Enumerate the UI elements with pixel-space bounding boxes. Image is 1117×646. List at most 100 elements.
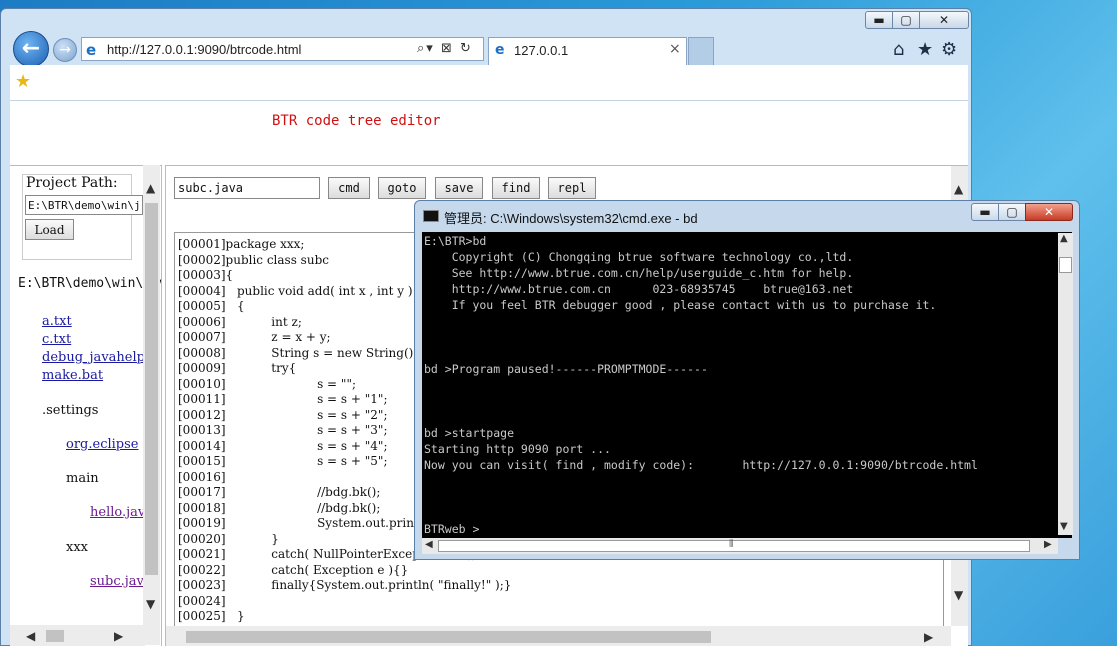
scroll-right-icon[interactable]: ▶ (114, 629, 123, 643)
code-line: [00002]public class subc (178, 252, 329, 267)
console-line: Now you can visit( find , modify code): … (424, 458, 978, 472)
scroll-thumb[interactable] (186, 631, 711, 643)
scroll-up-icon[interactable]: ▲ (146, 181, 155, 195)
cmd-button[interactable]: cmd (328, 177, 370, 199)
save-button[interactable]: save (435, 177, 483, 199)
new-tab-button[interactable] (688, 37, 714, 65)
scroll-left-icon[interactable]: ◀ (425, 539, 433, 550)
code-line: [00008] String s = new String(); (178, 345, 418, 360)
tab-close-icon[interactable]: × (669, 41, 681, 57)
console-line: If you feel BTR debugger good , please c… (424, 298, 937, 312)
page-title: BTR code tree editor (272, 113, 441, 129)
scroll-thumb[interactable] (1059, 257, 1072, 273)
cmd-window: 管理员: C:\Windows\system32\cmd.exe - bd ▬ … (414, 200, 1080, 560)
console-horizontal-scrollbar[interactable]: ◀ ⦀ ▶ (422, 538, 1058, 554)
code-line: [00001]package xxx; (178, 237, 305, 251)
console-line: Copyright (C) Chongqing btrue software t… (424, 250, 854, 264)
code-line: [00011] s = s + "1"; (178, 392, 388, 406)
load-button[interactable]: Load (25, 219, 74, 240)
console-line: E:\BTR>bd (424, 234, 487, 248)
console-icon (423, 210, 439, 222)
add-favorite-icon[interactable]: ★ (15, 71, 31, 92)
minimize-button[interactable]: ▬ (865, 11, 893, 29)
cmd-title: 管理员: C:\Windows\system32\cmd.exe - bd (444, 211, 698, 226)
tree-vertical-scrollbar[interactable]: ▲ ▼ (143, 165, 160, 645)
home-icon[interactable]: ⌂ (893, 39, 904, 60)
grip-icon: ⦀ (729, 539, 734, 550)
ie-page-icon: e (86, 41, 97, 59)
search-refresh-icon[interactable]: ⌕▾ ⊠ ↻ (417, 41, 473, 56)
code-line: [00018] //bdg.bk(); (178, 500, 381, 515)
close-button[interactable]: ✕ (1025, 203, 1073, 221)
tree-file-c-txt[interactable]: c.txt (42, 332, 71, 347)
tree-file-org-eclipse[interactable]: org.eclipse (66, 437, 138, 452)
tab-active[interactable]: e 127.0.0.1 × (488, 37, 687, 65)
tree-horizontal-scrollbar[interactable]: ◀ ▶ (10, 625, 145, 646)
code-line: [00020] } (178, 531, 279, 546)
scroll-thumb[interactable] (145, 203, 158, 575)
code-line: [00012] s = s + "2"; (178, 407, 388, 422)
goto-button[interactable]: goto (378, 177, 426, 199)
code-line: [00017] //bdg.bk(); (178, 485, 381, 499)
code-line: [00005] { (178, 299, 245, 313)
tab-title: 127.0.0.1 (514, 43, 569, 58)
scroll-thumb[interactable] (46, 630, 64, 642)
project-path-input[interactable] (25, 195, 143, 215)
tree-file-make-bat[interactable]: make.bat (42, 368, 103, 383)
code-line: [00014] s = s + "4"; (178, 438, 388, 453)
scroll-left-icon[interactable]: ◀ (26, 629, 35, 643)
scroll-right-icon[interactable]: ▶ (1044, 539, 1052, 550)
code-line: [00007] z = x + y; (178, 330, 331, 344)
address-text[interactable]: http://127.0.0.1:9090/btrcode.html (107, 42, 301, 57)
gear-icon[interactable]: ⚙ (941, 39, 957, 60)
console-line: BTRweb > (424, 522, 480, 536)
code-line: [00009] try{ (178, 361, 297, 375)
console-line: bd >startpage (424, 426, 515, 440)
scroll-up-icon[interactable]: ▲ (954, 182, 963, 196)
maximize-button[interactable]: ▢ (998, 203, 1026, 221)
file-name-input[interactable] (174, 177, 320, 199)
console-line: bd >Program paused!------PROMPTMODE-----… (424, 362, 708, 376)
console-line: See http://www.btrue.com.cn/help/usergui… (424, 266, 854, 280)
current-directory: E:\BTR\demo\win\java (18, 276, 162, 291)
repl-button[interactable]: repl (548, 177, 596, 199)
scroll-thumb[interactable]: ⦀ (438, 539, 1030, 552)
tree-file-debug-javahelper[interactable]: debug_javahelper (42, 350, 159, 365)
code-line: [00023] finally{System.out.println( "fin… (178, 578, 512, 592)
code-line: [00004] public void add( int x , int y )… (178, 283, 421, 298)
console-vertical-scrollbar[interactable]: ▲ ▼ (1058, 233, 1073, 535)
scroll-down-icon[interactable]: ▼ (954, 588, 963, 602)
scroll-up-icon[interactable]: ▲ (1060, 233, 1068, 244)
minimize-button[interactable]: ▬ (971, 203, 999, 221)
scroll-down-icon[interactable]: ▼ (146, 597, 155, 611)
ie-page-icon: e (495, 42, 505, 58)
scroll-down-icon[interactable]: ▼ (1060, 521, 1068, 532)
tree-frame: Project Path: Load E:\BTR\demo\win\java … (10, 165, 162, 646)
arrow-right-icon: → (59, 42, 71, 58)
console-line: http://www.btrue.com.cn 023-68935745 btr… (424, 282, 854, 296)
project-path-label: Project Path: (26, 175, 118, 191)
editor-horizontal-scrollbar[interactable]: ▶ (166, 626, 951, 646)
tree-folder-xxx[interactable]: xxx (66, 540, 88, 555)
address-bar[interactable]: e http://127.0.0.1:9090/btrcode.html ⌕▾ … (81, 37, 484, 61)
scroll-right-icon[interactable]: ▶ (924, 630, 933, 644)
favorites-icon[interactable]: ★ (917, 39, 933, 60)
maximize-button[interactable]: ▢ (892, 11, 920, 29)
console-output[interactable]: E:\BTR>bd Copyright (C) Chongqing btrue … (422, 232, 1072, 538)
code-line: [00010] s = ""; (178, 376, 357, 391)
code-line: [00015] s = s + "5"; (178, 454, 388, 468)
tree-folder-settings[interactable]: .settings (42, 403, 98, 418)
tree-folder-main[interactable]: main (66, 471, 99, 486)
console-line: Starting http 9090 port ... (424, 442, 611, 456)
code-line: [00003]{ (178, 268, 234, 282)
back-button[interactable]: ← (13, 31, 49, 67)
forward-button[interactable]: → (53, 38, 77, 62)
favorites-bar: ★ (10, 65, 968, 101)
close-button[interactable]: ✕ (919, 11, 969, 29)
tree-file-a-txt[interactable]: a.txt (42, 314, 72, 329)
find-button[interactable]: find (492, 177, 540, 199)
code-line: [00025] } (178, 609, 245, 623)
code-line: [00013] s = s + "3"; (178, 423, 388, 437)
arrow-left-icon: ← (21, 36, 41, 61)
code-line: [00022] catch( Exception e ){} (178, 562, 409, 577)
